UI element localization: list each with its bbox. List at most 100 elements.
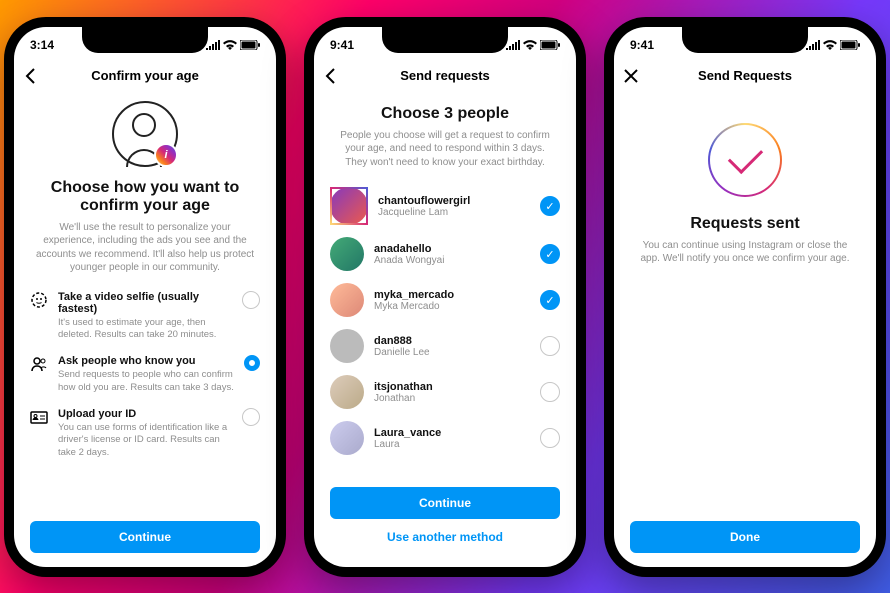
person-username: itsjonathan bbox=[374, 381, 530, 393]
person-username: chantouflowergirl bbox=[378, 195, 530, 207]
options-list: Take a video selfie (usually fastest) It… bbox=[30, 291, 260, 459]
status-time: 9:41 bbox=[330, 38, 354, 52]
person-fullname: Jonathan bbox=[374, 393, 530, 404]
back-button[interactable] bbox=[24, 67, 36, 85]
avatar bbox=[330, 237, 364, 271]
select-checkbox[interactable] bbox=[540, 428, 560, 448]
option-sub: It's used to estimate your age, then del… bbox=[58, 317, 232, 342]
page-title: Choose how you want to confirm your age bbox=[30, 179, 260, 215]
person-body: myka_mercadoMyka Mercado bbox=[374, 289, 530, 312]
status-time: 9:41 bbox=[630, 38, 654, 52]
person-body: chantouflowergirlJacqueline Lam bbox=[378, 195, 530, 218]
person-fullname: Jacqueline Lam bbox=[378, 207, 530, 218]
phone-3: 9:41 Send Requests Requests sent You can… bbox=[604, 17, 886, 577]
select-checkbox[interactable]: ✓ bbox=[540, 196, 560, 216]
option-title: Ask people who know you bbox=[58, 355, 234, 367]
radio[interactable] bbox=[242, 408, 260, 426]
select-checkbox[interactable] bbox=[540, 336, 560, 356]
profile-info-icon: i bbox=[112, 101, 178, 167]
notch bbox=[382, 27, 508, 53]
option-video-selfie[interactable]: Take a video selfie (usually fastest) It… bbox=[30, 291, 260, 342]
chevron-left-icon bbox=[324, 67, 336, 85]
avatar bbox=[330, 187, 368, 225]
select-checkbox[interactable] bbox=[540, 382, 560, 402]
avatar bbox=[330, 375, 364, 409]
phone-1: 3:14 Confirm your age i Choose how you w… bbox=[4, 17, 286, 577]
back-button[interactable] bbox=[324, 67, 336, 85]
footer: Done bbox=[614, 511, 876, 567]
status-icons bbox=[206, 40, 260, 50]
screen-header: Confirm your age bbox=[14, 59, 276, 93]
person-row[interactable]: anadahelloAnada Wongyai ✓ bbox=[330, 231, 560, 277]
hero: Requests sent You can continue using Ins… bbox=[630, 211, 860, 266]
chevron-left-icon bbox=[24, 67, 36, 85]
wifi-icon bbox=[223, 40, 237, 50]
hero: i Choose how you want to confirm your ag… bbox=[30, 101, 260, 275]
person-username: dan888 bbox=[374, 335, 530, 347]
info-badge-icon: i bbox=[154, 143, 178, 167]
use-another-method-button[interactable]: Use another method bbox=[330, 521, 560, 553]
signal-icon bbox=[206, 40, 220, 50]
close-button[interactable] bbox=[624, 69, 638, 83]
radio[interactable] bbox=[242, 291, 260, 309]
header-title: Send requests bbox=[400, 68, 490, 83]
stage: 3:14 Confirm your age i Choose how you w… bbox=[0, 0, 890, 593]
face-scan-icon bbox=[30, 291, 48, 309]
person-row[interactable]: Laura_vanceLaura bbox=[330, 415, 560, 461]
person-row[interactable]: dan888Danielle Lee bbox=[330, 323, 560, 369]
person-fullname: Anada Wongyai bbox=[374, 255, 530, 266]
person-fullname: Danielle Lee bbox=[374, 347, 530, 358]
option-ask-people[interactable]: Ask people who know you Send requests to… bbox=[30, 355, 260, 394]
success-ring-icon bbox=[708, 123, 782, 197]
avatar bbox=[330, 329, 364, 363]
done-button[interactable]: Done bbox=[630, 521, 860, 553]
id-card-icon bbox=[30, 408, 48, 426]
signal-icon bbox=[806, 40, 820, 50]
option-upload-id[interactable]: Upload your ID You can use forms of iden… bbox=[30, 408, 260, 459]
screen-header: Send Requests bbox=[614, 59, 876, 93]
person-username: anadahello bbox=[374, 243, 530, 255]
close-icon bbox=[624, 69, 638, 83]
hero: Choose 3 people People you choose will g… bbox=[330, 101, 560, 170]
page-title: Requests sent bbox=[690, 215, 799, 233]
people-icon bbox=[30, 355, 48, 373]
person-body: dan888Danielle Lee bbox=[374, 335, 530, 358]
radio-selected[interactable] bbox=[244, 355, 260, 371]
select-checkbox[interactable]: ✓ bbox=[540, 290, 560, 310]
battery-icon bbox=[540, 40, 560, 50]
page-subtitle: We'll use the result to personalize your… bbox=[34, 221, 256, 275]
battery-icon bbox=[240, 40, 260, 50]
person-body: Laura_vanceLaura bbox=[374, 427, 530, 450]
header-title: Send Requests bbox=[698, 68, 792, 83]
content: Choose 3 people People you choose will g… bbox=[314, 93, 576, 477]
checkmark-icon bbox=[727, 139, 762, 174]
avatar bbox=[330, 283, 364, 317]
status-time: 3:14 bbox=[30, 38, 54, 52]
select-checkbox[interactable]: ✓ bbox=[540, 244, 560, 264]
people-list: chantouflowergirlJacqueline Lam✓anadahel… bbox=[330, 181, 560, 461]
status-icons bbox=[506, 40, 560, 50]
option-sub: You can use forms of identification like… bbox=[58, 422, 232, 459]
header-title: Confirm your age bbox=[91, 68, 199, 83]
screen-1: 3:14 Confirm your age i Choose how you w… bbox=[14, 27, 276, 567]
continue-button[interactable]: Continue bbox=[330, 487, 560, 519]
avatar bbox=[330, 421, 364, 455]
notch bbox=[82, 27, 208, 53]
battery-icon bbox=[840, 40, 860, 50]
signal-icon bbox=[506, 40, 520, 50]
person-body: anadahelloAnada Wongyai bbox=[374, 243, 530, 266]
page-subtitle: You can continue using Instagram or clos… bbox=[634, 239, 856, 266]
continue-button[interactable]: Continue bbox=[30, 521, 260, 553]
option-title: Take a video selfie (usually fastest) bbox=[58, 291, 232, 315]
person-row[interactable]: itsjonathanJonathan bbox=[330, 369, 560, 415]
status-icons bbox=[806, 40, 860, 50]
option-sub: Send requests to people who can confirm … bbox=[58, 369, 234, 394]
person-row[interactable]: chantouflowergirlJacqueline Lam ✓ bbox=[330, 181, 560, 231]
content: Requests sent You can continue using Ins… bbox=[614, 93, 876, 511]
person-body: itsjonathanJonathan bbox=[374, 381, 530, 404]
wifi-icon bbox=[523, 40, 537, 50]
option-title: Upload your ID bbox=[58, 408, 232, 420]
person-row[interactable]: myka_mercadoMyka Mercado ✓ bbox=[330, 277, 560, 323]
person-fullname: Myka Mercado bbox=[374, 301, 530, 312]
content: i Choose how you want to confirm your ag… bbox=[14, 93, 276, 511]
